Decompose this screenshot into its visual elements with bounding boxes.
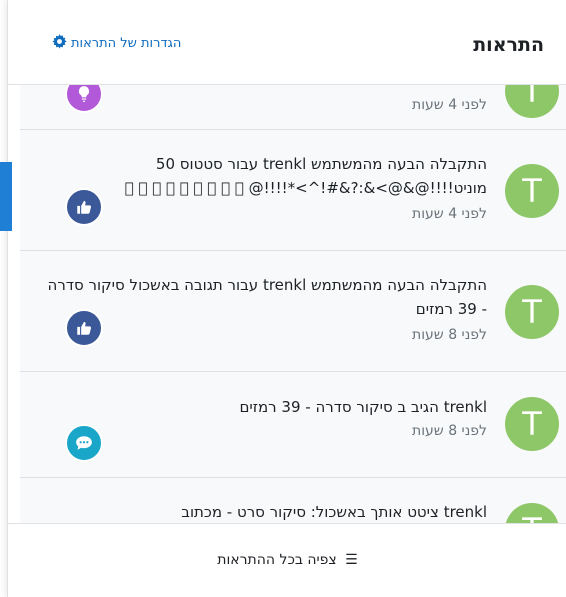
avatar: T: [505, 164, 559, 218]
gear-icon: [52, 34, 67, 53]
notification-item[interactable]: T התקבלה הבעה מהמשתמש trenkl עבור סטטוס …: [20, 130, 566, 251]
notification-text: התקבלה הבעה מהמשתמש trenkl עבור סטטוס 50…: [124, 155, 487, 197]
avatar: T: [505, 397, 559, 451]
scroll-indicator[interactable]: [0, 162, 12, 231]
notification-text: trenkl הגיב ב סיקור סדרה - 39 רמזים: [239, 398, 487, 416]
page-title: התראות: [473, 34, 544, 56]
comment-icon: [65, 424, 103, 462]
view-all-label: צפיה בכל ההתראות: [217, 552, 337, 568]
notification-time: לפני 4 שעות: [412, 206, 487, 222]
avatar: T: [505, 84, 559, 118]
notification-list[interactable]: T לפני 4 שעות T התקבלה הבעה מהמשתמש tren…: [20, 84, 566, 523]
thumbs-up-icon: [65, 188, 103, 226]
notification-text: trenkl ציטט אותך באשכול: סיקור סרט - מכת…: [181, 503, 487, 521]
list-icon: ☰: [345, 552, 358, 568]
lightbulb-icon: [65, 84, 103, 113]
popover-footer: צפיה בכל ההתראות ☰: [8, 523, 566, 597]
notifications-popover: הגדרות של התראות התראות T לפני 4 שעות T …: [7, 0, 566, 597]
notification-settings-label: הגדרות של התראות: [71, 36, 182, 51]
notification-settings-link[interactable]: הגדרות של התראות: [52, 34, 181, 53]
notification-item[interactable]: T לפני 4 שעות: [20, 84, 566, 130]
view-all-notifications-link[interactable]: צפיה בכל ההתראות ☰: [8, 552, 566, 568]
notification-item[interactable]: T התקבלה הבעה מהמשתמש trenkl עבור תגובה …: [20, 251, 566, 372]
notification-text: התקבלה הבעה מהמשתמש trenkl עבור תגובה בא…: [47, 276, 487, 318]
avatar: T: [505, 503, 559, 523]
notification-time: לפני 8 שעות: [412, 327, 487, 343]
notification-item[interactable]: T trenkl הגיב ב סיקור סדרה - 39 רמזים לפ…: [20, 372, 566, 478]
notification-item[interactable]: T trenkl ציטט אותך באשכול: סיקור סרט - מ…: [20, 478, 566, 523]
thumbs-up-icon: [65, 309, 103, 347]
notification-time: לפני 8 שעות: [412, 423, 487, 439]
notification-time: לפני 4 שעות: [412, 97, 487, 113]
popover-header: הגדרות של התראות התראות: [8, 0, 566, 85]
avatar: T: [505, 285, 559, 339]
